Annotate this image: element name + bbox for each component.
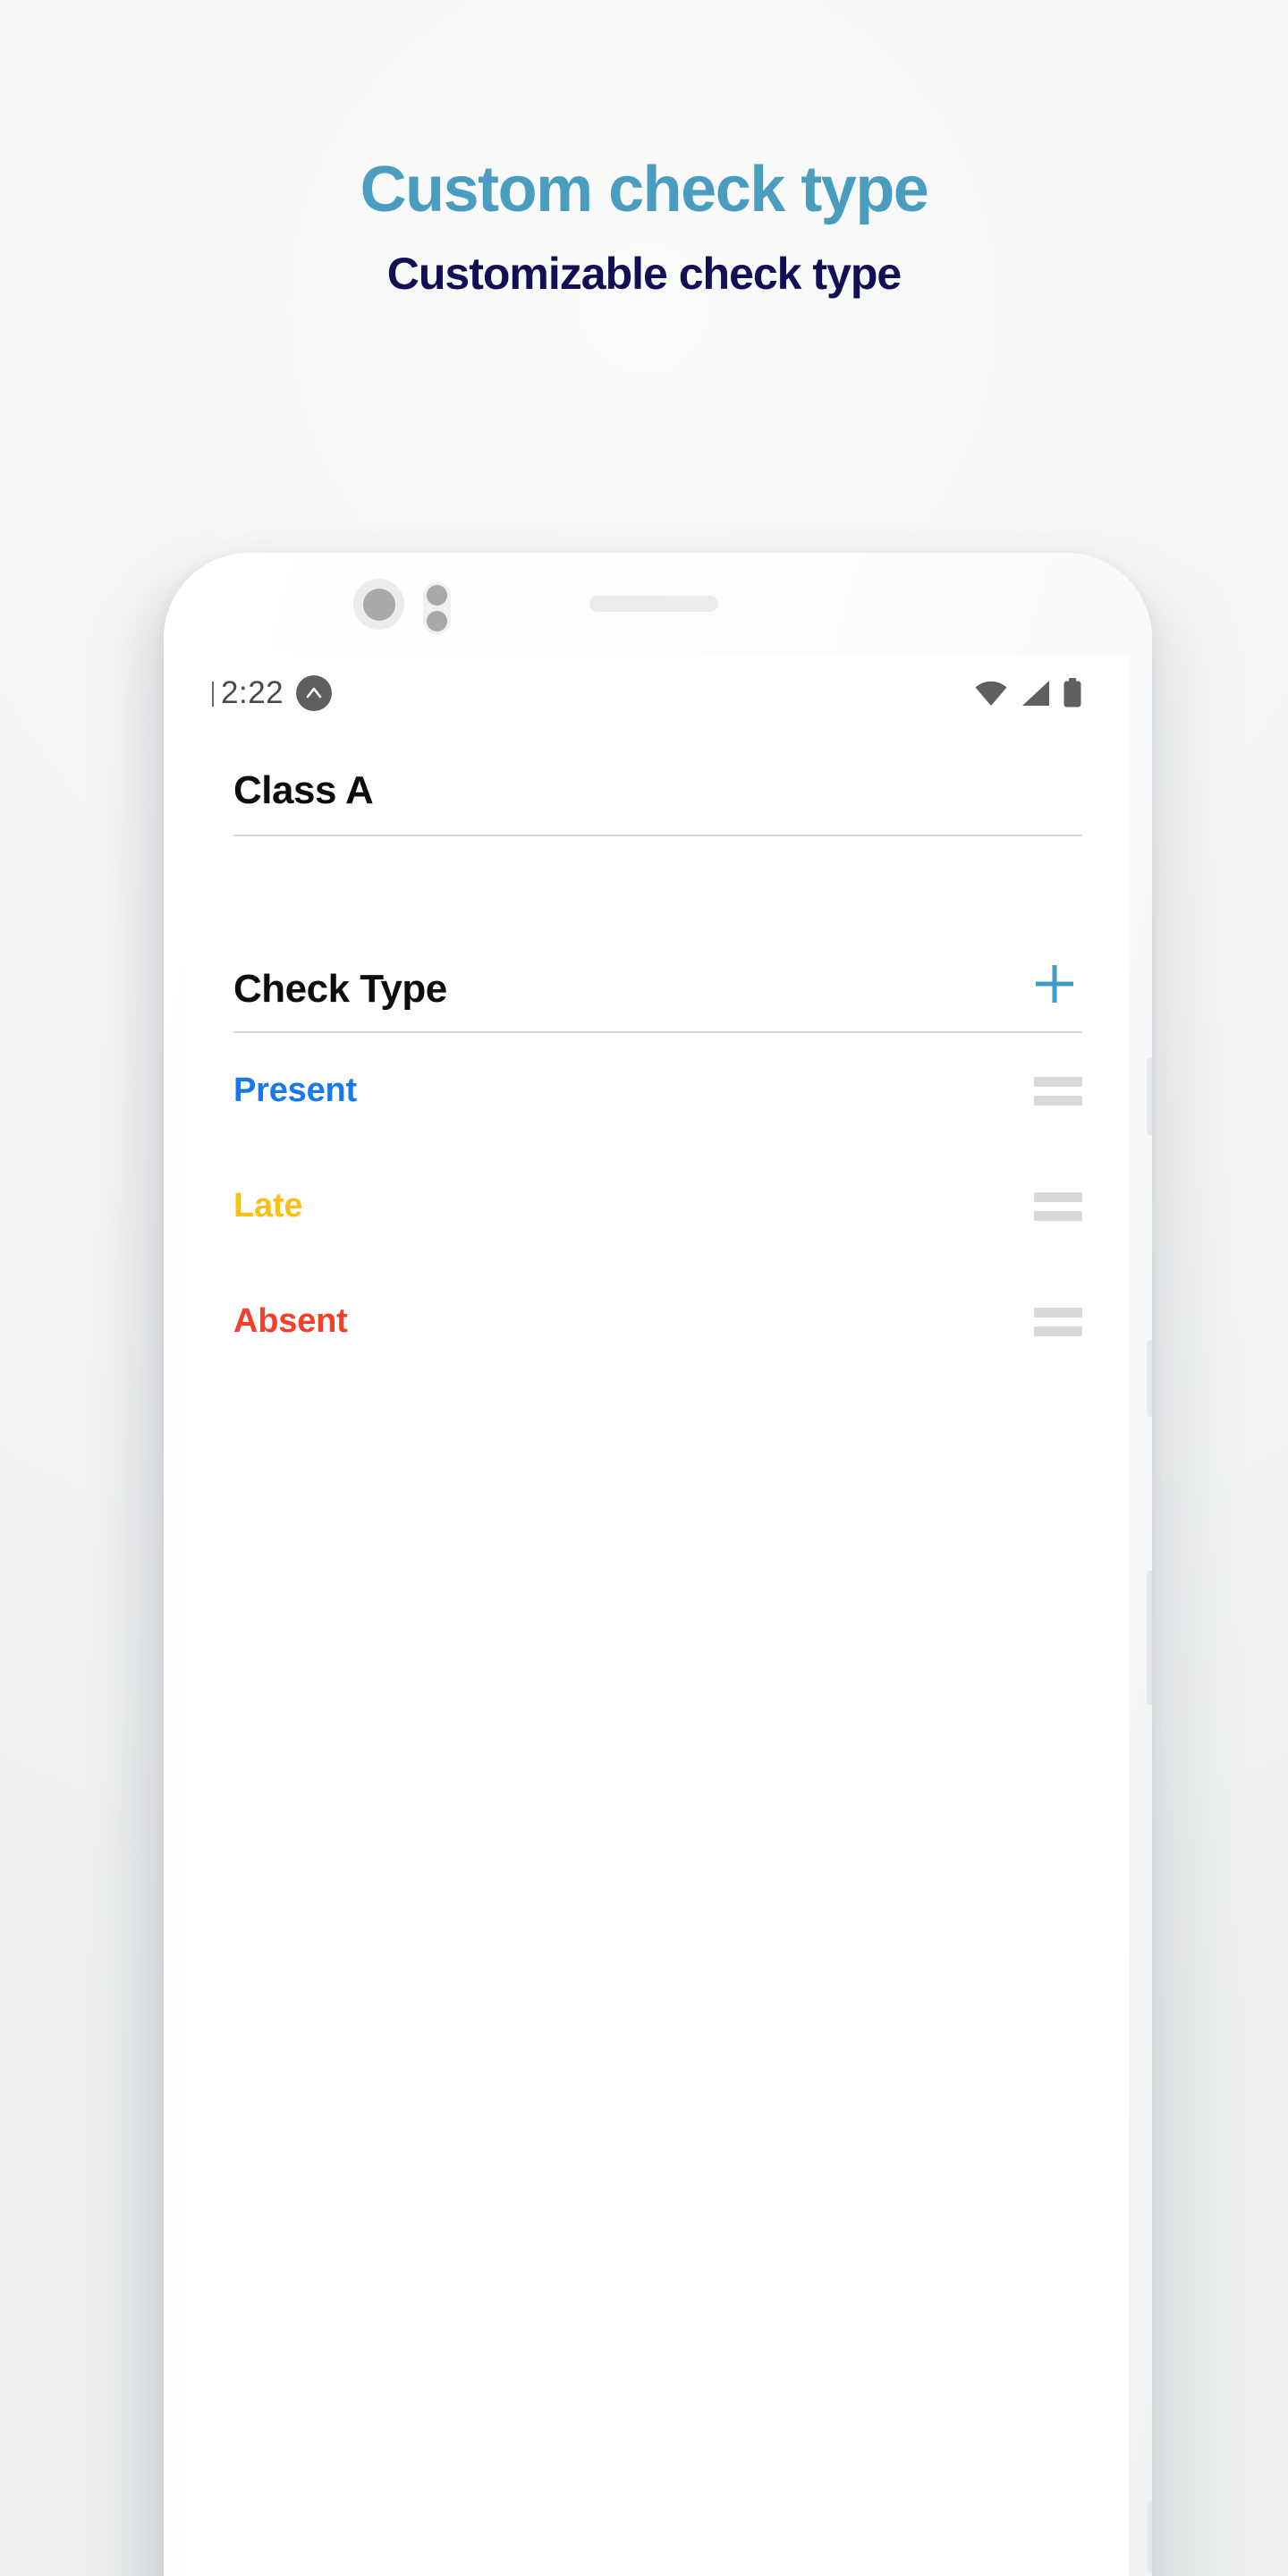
phone-screen: 2:22 Class A Check Type Present Late Abs… [187, 656, 1129, 2576]
check-type-row[interactable]: Late [233, 1148, 1082, 1264]
phone-volume-up-button[interactable] [1147, 1340, 1152, 1417]
check-type-row[interactable]: Present [233, 1033, 1082, 1148]
check-type-row[interactable]: Absent [233, 1264, 1082, 1379]
phone-frame: 2:22 Class A Check Type Present Late Abs… [164, 553, 1152, 2576]
ambient-light-sensor-icon [427, 611, 447, 631]
drag-handle-icon[interactable] [1034, 1076, 1082, 1106]
drag-handle-bar [1034, 1326, 1082, 1336]
plus-icon [1036, 965, 1073, 1003]
drag-handle-bar [1034, 1095, 1082, 1106]
drag-handle-bar [1034, 1076, 1082, 1087]
proximity-sensor-icon [427, 585, 447, 606]
promo-headline: Custom check type [360, 154, 929, 225]
status-bar-right [973, 678, 1082, 708]
phone-power-button[interactable] [1147, 2501, 1152, 2572]
status-bar-left: 2:22 [212, 675, 333, 711]
class-name-value[interactable]: Class A [233, 768, 1082, 813]
promo-heading-block: Custom check type Customizable check typ… [0, 154, 1288, 299]
drag-handle-bar [1034, 1191, 1082, 1202]
check-type-title: Check Type [233, 967, 447, 1011]
sensor-pill [423, 582, 451, 634]
check-type-header: Check Type [233, 956, 1082, 1033]
battery-full-icon [1063, 678, 1081, 708]
check-type-label[interactable]: Present [233, 1072, 357, 1110]
class-name-field[interactable]: Class A [233, 768, 1082, 836]
phone-top-bezel [164, 553, 1152, 669]
wifi-icon [975, 681, 1007, 706]
earpiece-speaker [589, 596, 718, 612]
screen-content: Class A Check Type Present Late Absent [187, 731, 1129, 2576]
chevron-up-badge-icon [296, 675, 333, 711]
check-type-label[interactable]: Late [233, 1187, 303, 1225]
phone-side-button-top[interactable] [1147, 1058, 1152, 1135]
check-type-label[interactable]: Absent [233, 1302, 348, 1341]
promo-subheadline: Customizable check type [386, 248, 902, 299]
check-type-list: Present Late Absent [233, 1033, 1082, 1379]
drag-handle-icon[interactable] [1034, 1191, 1082, 1221]
status-bar: 2:22 [187, 656, 1129, 731]
status-bar-clock: 2:22 [212, 675, 284, 711]
phone-mockup: 2:22 Class A Check Type Present Late Abs… [164, 553, 1152, 2576]
drag-handle-bar [1034, 1210, 1082, 1221]
cellular-signal-icon [1022, 681, 1049, 706]
drag-handle-icon[interactable] [1034, 1307, 1082, 1336]
add-check-type-button[interactable] [1027, 956, 1082, 1012]
phone-volume-down-button[interactable] [1147, 1571, 1152, 1705]
front-camera-icon [353, 579, 404, 630]
drag-handle-bar [1034, 1307, 1082, 1318]
